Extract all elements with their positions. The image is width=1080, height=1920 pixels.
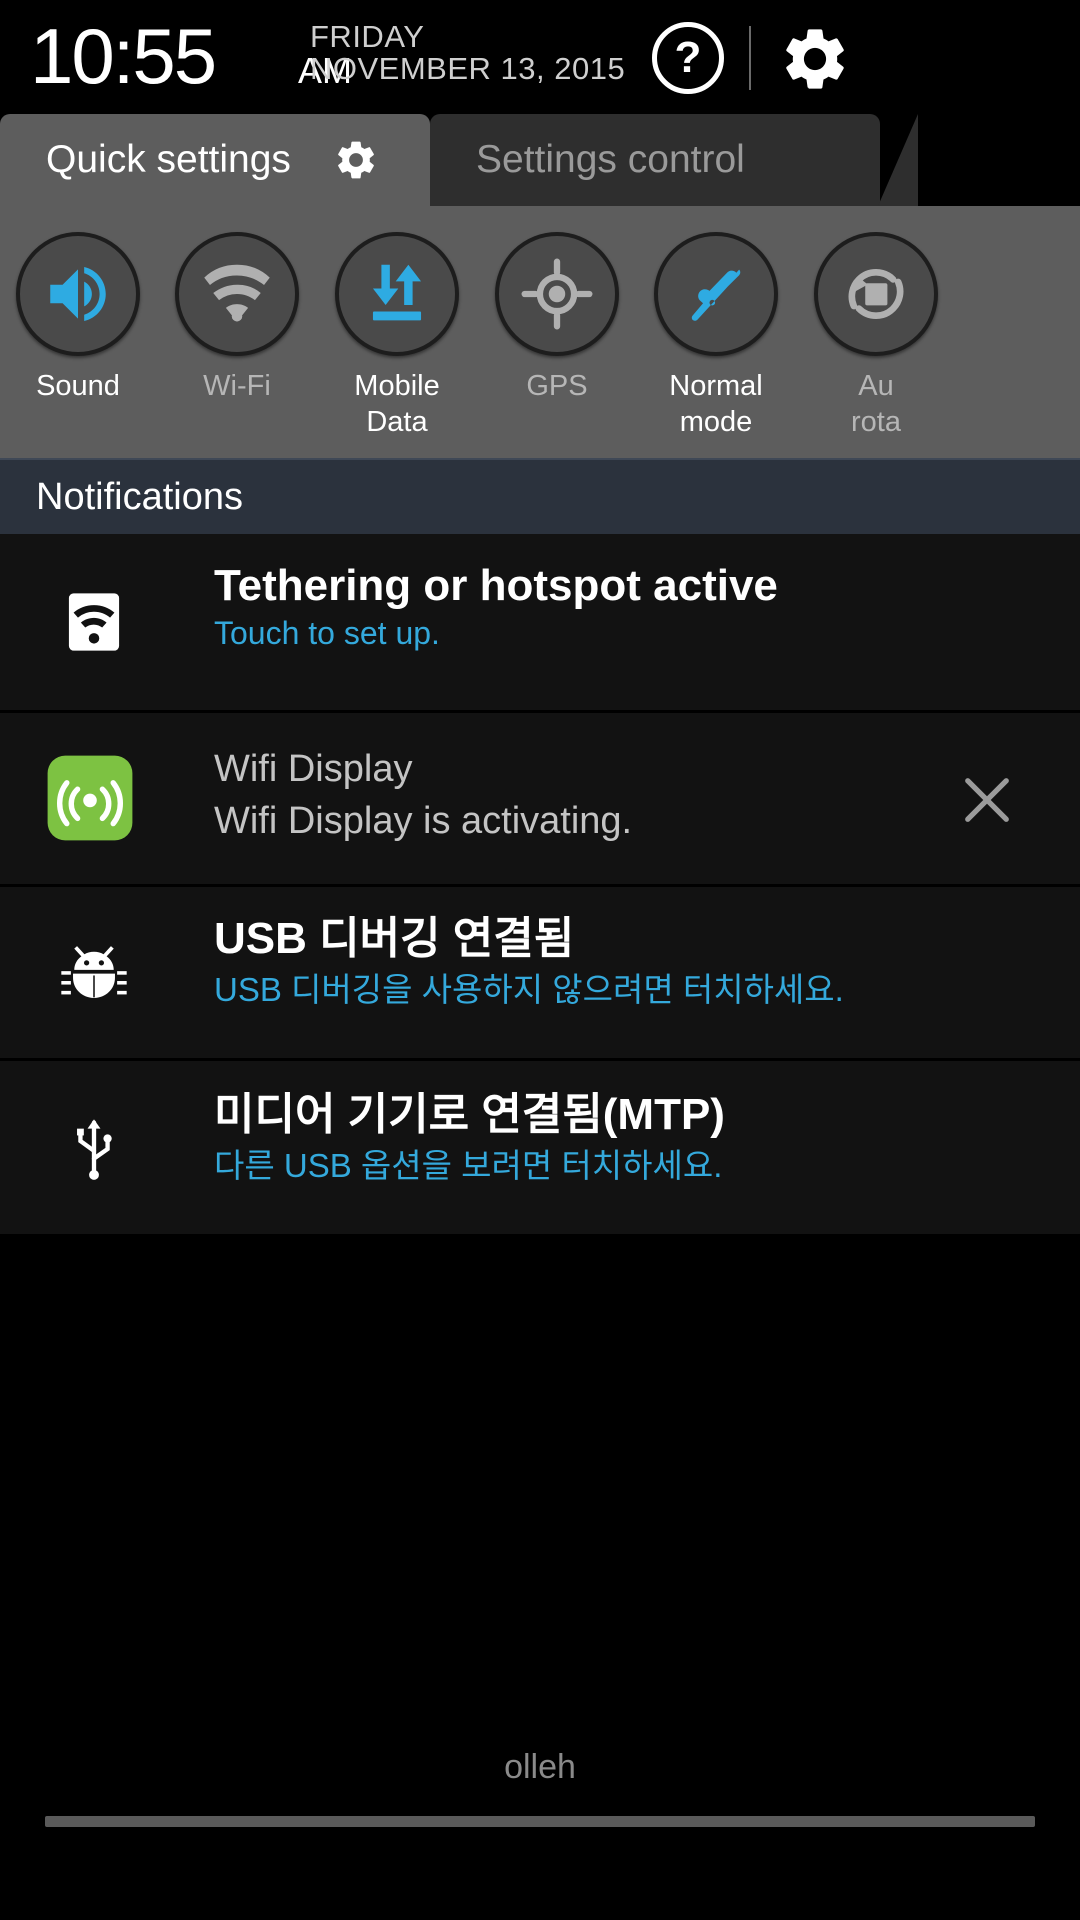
usb-trident-icon [46,1101,142,1197]
quick-toggle-auto-rotate-label: Au rota [851,370,901,438]
date-full: NOVEMBER 13, 2015 [310,51,626,86]
quick-toggle-gps-label: GPS [526,370,588,402]
quick-toggle-normal-mode-label: Normal mode [669,370,763,438]
clock-time: 10:55 [30,12,217,100]
notification-subtitle: USB 디버깅을 사용하지 않으려면 터치하세요. [214,971,844,1008]
notification-text-wifi-display: Wifi Display Wifi Display is activating. [214,743,632,847]
gear-icon[interactable] [333,137,379,183]
notification-shade-drag-handle[interactable] [45,1816,1035,1827]
help-question-icon[interactable]: ? [652,22,724,94]
notification-subtitle: Touch to set up. [214,615,440,651]
wifi-display-app-icon [42,750,138,846]
quick-toggle-sound[interactable]: Sound [0,232,158,404]
tab-settings-control-label: Settings control [476,138,745,181]
hand-pointer-icon [654,232,778,356]
date-day-of-week: FRIDAY [310,19,425,54]
notification-item-usb-debugging[interactable]: USB 디버깅 연결됨 USB 디버깅을 사용하지 않으려면 터치하세요. [0,884,1080,1058]
quick-toggle-auto-rotate[interactable]: Au rota [796,232,1080,440]
quick-toggle-sound-label: Sound [36,370,120,402]
status-header: 10:55 AM FRIDAY NOVEMBER 13, 2015 ? [0,0,1080,114]
wifi-icon [175,232,299,356]
quick-toggle-mobile-data-label: Mobile Data [354,370,440,438]
notification-subtitle: 다른 USB 옵션을 보려면 터치하세요. [214,1147,723,1184]
quick-toggle-gps[interactable]: GPS [477,232,637,404]
quick-settings-panel: Sound Wi-Fi Mobile Data GPS Normal mode … [0,206,1080,458]
mobile-data-icon [335,232,459,356]
notification-title: 미디어 기기로 연결됨(MTP) [214,1090,725,1139]
notification-list: Tethering or hotspot active Touch to set… [0,534,1080,1734]
notifications-header-label: Notifications [36,475,243,518]
close-x-icon[interactable] [952,765,1022,835]
notification-text-tethering: Tethering or hotspot active Touch to set… [214,560,778,654]
shade-tabs: Quick settings Settings control [0,114,1080,206]
tab-quick-settings-label: Quick settings [46,138,291,181]
carrier-label: olleh [504,1748,576,1786]
shade-footer: olleh [0,1734,1080,1920]
gps-crosshair-icon [495,232,619,356]
notification-title: Wifi Display [214,748,413,790]
quick-settings-toggle-row[interactable]: Sound Wi-Fi Mobile Data GPS Normal mode … [0,206,1080,458]
quick-toggle-normal-mode[interactable]: Normal mode [636,232,796,440]
notification-title: Tethering or hotspot active [214,561,778,610]
hotspot-icon [46,574,142,670]
auto-rotate-icon [814,232,938,356]
notification-subtitle: Wifi Display is activating. [214,800,633,842]
notification-item-mtp[interactable]: 미디어 기기로 연결됨(MTP) 다른 USB 옵션을 보려면 터치하세요. [0,1058,1080,1234]
quick-toggle-wifi-label: Wi-Fi [203,370,271,402]
usb-debug-bug-icon [46,925,142,1021]
notifications-section-header: Notifications [0,458,1080,534]
notification-item-tethering[interactable]: Tethering or hotspot active Touch to set… [0,534,1080,710]
header-divider [749,26,751,90]
tab-quick-settings[interactable]: Quick settings [0,114,468,206]
quick-toggle-wifi[interactable]: Wi-Fi [157,232,317,404]
tab-settings-control[interactable]: Settings control [430,114,918,206]
notification-text-mtp: 미디어 기기로 연결됨(MTP) 다른 USB 옵션을 보려면 터치하세요. [214,1089,725,1191]
sound-speaker-icon [16,232,140,356]
gear-icon[interactable] [778,22,852,96]
notification-item-wifi-display[interactable]: Wifi Display Wifi Display is activating. [0,710,1080,884]
quick-toggle-mobile-data[interactable]: Mobile Data [317,232,477,440]
notification-text-usb-debugging: USB 디버깅 연결됨 USB 디버깅을 사용하지 않으려면 터치하세요. [214,913,844,1015]
notification-title: USB 디버깅 연결됨 [214,914,575,963]
